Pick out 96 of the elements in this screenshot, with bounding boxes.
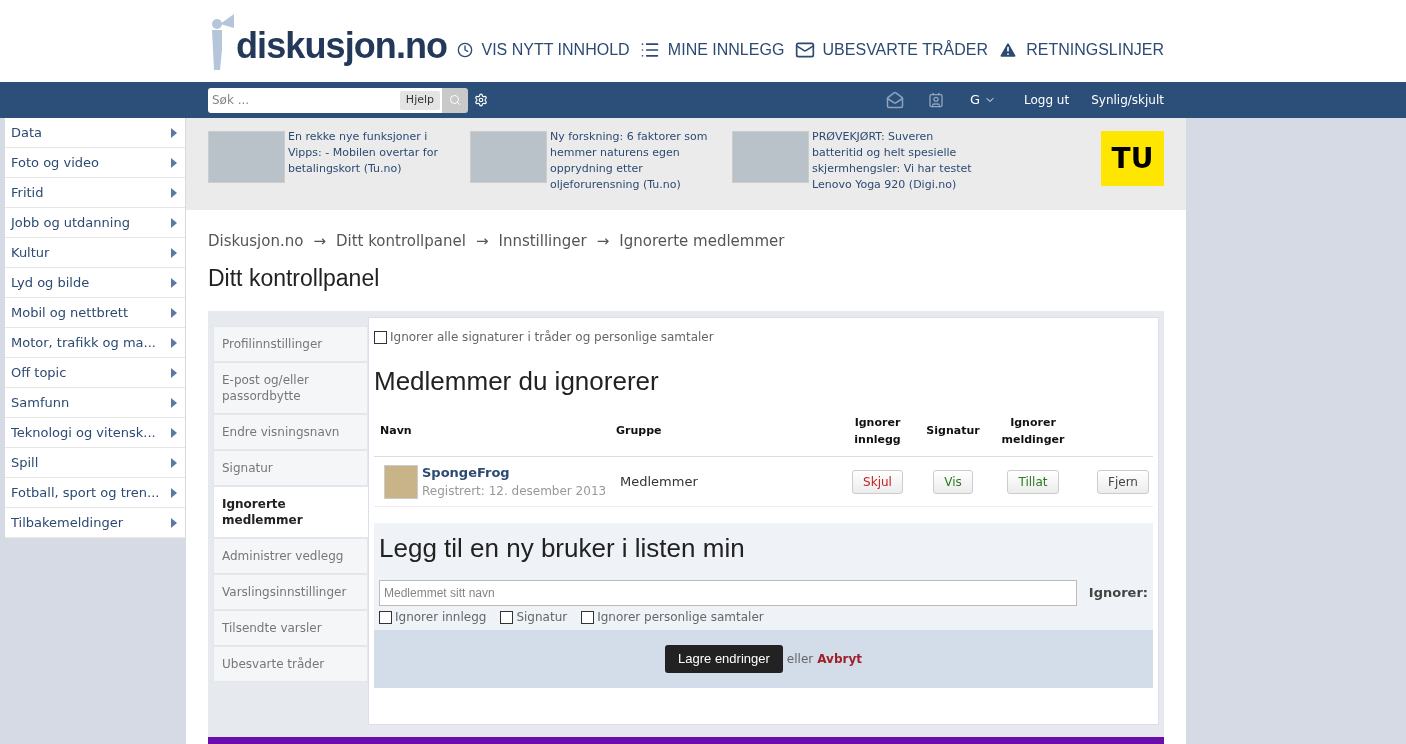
category-menu-item[interactable]: Jobb og utdanning — [5, 208, 185, 238]
settings-menu-item[interactable]: Signatur — [213, 450, 368, 486]
settings-menu-item[interactable]: Profilinnstillinger — [213, 326, 368, 362]
breadcrumb-separator: → — [475, 231, 489, 252]
caret-right-icon — [171, 397, 177, 408]
checkbox-label: Ignorer alle signaturer i tråder og personlige samtaler — [390, 329, 714, 346]
settings-menu-item[interactable]: Administrer vedlegg — [213, 538, 368, 574]
avatar — [384, 464, 418, 499]
caret-right-icon — [171, 187, 177, 198]
column-header: Navn — [379, 423, 413, 440]
news-link[interactable]: PRØVEKJØRT: Suveren batteritid og helt spesielle skjermhengsler: Vi har testet Lenovo Yoga 920 (Digi.no) — [812, 129, 982, 193]
section-title: Legg til en ny bruker i listen min — [378, 532, 746, 565]
envelope-icon[interactable] — [885, 91, 904, 109]
visibility-link[interactable]: Synlig/skjult — [1091, 91, 1164, 109]
settings-icon[interactable] — [474, 93, 488, 107]
category-menu-item[interactable]: Spill — [5, 448, 185, 478]
breadcrumb-separator: → — [596, 231, 610, 252]
caret-right-icon — [171, 367, 177, 378]
caret-right-icon — [171, 427, 177, 438]
breadcrumb-link[interactable]: Ditt kontrollpanel — [335, 230, 466, 253]
toggle-button[interactable]: Skjul — [852, 469, 903, 494]
site-logo[interactable]: diskusjon.no — [236, 28, 448, 64]
warning-icon — [998, 40, 1019, 60]
caret-right-icon — [171, 127, 177, 138]
top-nav-link[interactable]: VIS NYTT INNHOLD — [457, 38, 630, 62]
caret-right-icon — [171, 247, 177, 258]
category-menu-item[interactable]: Foto og video — [5, 148, 185, 178]
ignore-label: Ignorer: — [1088, 584, 1148, 603]
clock-icon — [457, 42, 474, 58]
caret-right-icon — [171, 307, 177, 318]
breadcrumb-link[interactable]: Ignorerte medlemmer — [619, 230, 785, 253]
caret-right-icon — [171, 217, 177, 228]
caret-right-icon — [171, 517, 177, 528]
help-button[interactable]: Hjelp — [399, 90, 440, 110]
category-menu-item[interactable]: Kultur — [5, 238, 185, 268]
page-title: Ditt kontrollpanel — [208, 263, 381, 293]
settings-menu-item[interactable]: E-post og/eller passordbytte — [213, 362, 368, 414]
settings-menu-item[interactable]: Endre visningsnavn — [213, 414, 368, 450]
settings-menu-item[interactable]: Ubesvarte tråder — [213, 646, 368, 682]
category-menu-item[interactable]: Motor, trafikk og ma... — [5, 328, 185, 358]
member-link[interactable]: SpongeFrog — [422, 462, 607, 483]
breadcrumb-link[interactable]: Diskusjon.no — [208, 230, 304, 253]
checkbox-label: Ignorer personlige samtaler — [597, 609, 764, 626]
group-cell-text: Medlemmer — [619, 472, 699, 491]
user-menu-button[interactable]: G — [969, 90, 996, 110]
member-name-field[interactable]: Medlemmet sitt navn — [379, 580, 1077, 606]
breadcrumb-link[interactable]: Innstillinger — [498, 230, 587, 253]
news-link[interactable]: En rekke nye funksjoner i Vipps: - Mobilen overtar for betalingskort (Tu.no) — [288, 129, 458, 183]
column-header: Signatur — [925, 423, 981, 440]
caret-right-icon — [171, 457, 177, 468]
checkbox-label: Signatur — [516, 609, 568, 626]
logout-link[interactable]: Logg ut — [1023, 91, 1070, 109]
settings-menu-item[interactable]: Ignorerte medlemmer — [213, 486, 369, 538]
category-menu-item[interactable]: Data — [5, 118, 185, 148]
top-nav-link[interactable]: UBESVARTE TRÅDER — [794, 38, 988, 62]
or-text: eller — [786, 651, 814, 668]
category-menu-item[interactable]: Fritid — [5, 178, 185, 208]
cancel-link[interactable]: Avbryt — [817, 650, 862, 668]
registered-date: Registrert: 12. desember 2013 — [422, 483, 607, 501]
toggle-button[interactable]: Vis — [933, 469, 973, 494]
search-button[interactable] — [442, 87, 468, 113]
checkbox[interactable] — [379, 610, 392, 624]
toggle-button[interactable]: Tillat — [1007, 469, 1059, 494]
contact-card-icon[interactable] — [927, 92, 944, 108]
category-menu-item[interactable]: Samfunn — [5, 388, 185, 418]
top-nav-link[interactable]: MINE INNLEGG — [639, 38, 785, 62]
settings-menu-item[interactable]: Tilsendte varsler — [213, 610, 368, 646]
column-header: Ignorer innlegg — [853, 415, 902, 448]
category-menu-item[interactable]: Teknologi og vitensk... — [5, 418, 185, 448]
search-icon — [449, 94, 461, 106]
caret-right-icon — [171, 487, 177, 498]
list-icon — [639, 40, 660, 60]
save-button[interactable]: Lagre endringer — [665, 645, 783, 673]
envelope-icon — [794, 40, 815, 60]
column-header: Gruppe — [615, 423, 663, 440]
breadcrumb-separator: → — [313, 231, 326, 252]
caret-right-icon — [171, 277, 177, 288]
checkbox[interactable] — [581, 610, 595, 624]
checkbox[interactable] — [374, 330, 387, 344]
category-menu-item[interactable]: Lyd og bilde — [5, 268, 185, 298]
top-nav-link[interactable]: RETNINGSLINJER — [998, 38, 1164, 62]
category-menu-item[interactable]: Fotball, sport og tren... — [5, 478, 185, 508]
category-menu-item[interactable]: Off topic — [5, 358, 185, 388]
column-header: Ignorer meldinger — [1000, 415, 1066, 448]
caret-right-icon — [171, 337, 177, 348]
toggle-button[interactable]: Fjern — [1097, 469, 1149, 494]
checkbox[interactable] — [500, 610, 514, 624]
news-link[interactable]: Ny forskning: 6 faktorer som hemmer naturens egen opprydning etter oljeforurensning (Tu.no) — [550, 129, 720, 193]
settings-menu-item[interactable]: Varslingsinnstillinger — [213, 574, 368, 610]
caret-right-icon — [171, 157, 177, 168]
ad-logo[interactable]: TU — [1101, 131, 1164, 186]
section-title: Medlemmer du ignorerer — [374, 365, 660, 398]
category-menu-item[interactable]: Mobil og nettbrett — [5, 298, 185, 328]
search-field[interactable]: Søk ... Hjelp — [208, 87, 442, 113]
checkbox-label: Ignorer innlegg — [395, 609, 487, 626]
category-menu-item[interactable]: Tilbakemeldinger — [5, 508, 185, 538]
